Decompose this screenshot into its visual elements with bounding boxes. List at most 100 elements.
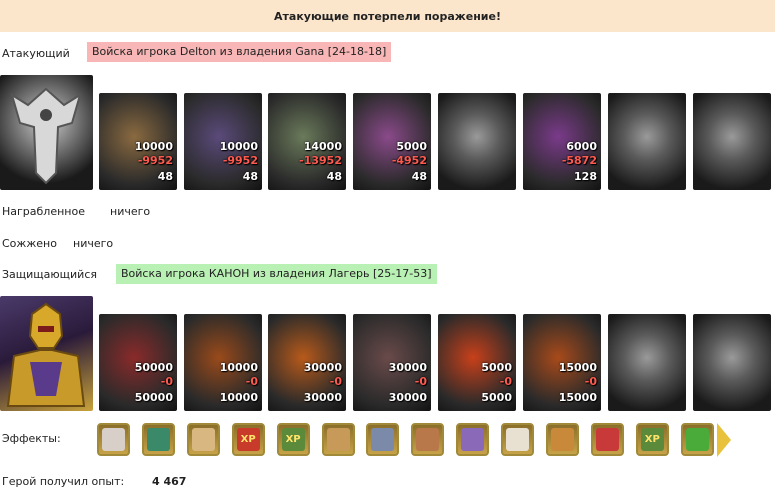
- unit-survived: 30000: [303, 391, 342, 404]
- lizard-warrior-unit-icon[interactable]: 14000 -13952 48: [268, 93, 346, 190]
- unit-survived: 48: [242, 170, 258, 183]
- shield-icon[interactable]: [141, 423, 175, 456]
- ring-icon[interactable]: [456, 423, 490, 456]
- burned-value: ничего: [73, 237, 114, 250]
- unit-losses: -5872: [561, 154, 597, 167]
- experience-label: Герой получил опыт:: [2, 475, 125, 488]
- unit-losses: -0: [499, 375, 512, 388]
- unit-survived: 10000: [219, 391, 258, 404]
- unit-count: 5000: [481, 361, 512, 374]
- burned-label: Сожжено: [2, 237, 57, 250]
- unit-losses: -0: [584, 375, 597, 388]
- unit-art: [693, 314, 771, 411]
- unit-losses: -0: [160, 375, 173, 388]
- effect-glyph: [146, 428, 170, 451]
- unit-survived: 48: [157, 170, 173, 183]
- assassin-unit-icon[interactable]: [608, 93, 686, 190]
- unit-losses: -13952: [299, 154, 342, 167]
- unit-losses: -0: [245, 375, 258, 388]
- unit-count: 15000: [558, 361, 597, 374]
- attacker-label: Атакующий: [2, 47, 70, 60]
- ogre-unit-icon[interactable]: 10000 -9952 48: [99, 93, 177, 190]
- unit-losses: -0: [414, 375, 427, 388]
- torch-icon[interactable]: [546, 423, 579, 456]
- unit-survived: 5000: [481, 391, 512, 404]
- attacker-army: 10000 -9952 48 10000 -9952 48 14000 -13952 48 500…: [0, 75, 775, 190]
- effect-glyph: [551, 428, 574, 451]
- effect-glyph: XP: [640, 428, 664, 451]
- defender-army-tag[interactable]: Войска игрока КАНОН из владения Лагерь […: [116, 264, 437, 284]
- helmet-icon[interactable]: [321, 423, 355, 456]
- amulet-icon[interactable]: [366, 423, 400, 456]
- unit-count: 6000: [566, 140, 597, 153]
- defender-label: Защищающийся: [2, 268, 97, 281]
- unit-losses: -9952: [222, 154, 258, 167]
- map-icon[interactable]: [501, 423, 535, 456]
- unit-count: 30000: [303, 361, 342, 374]
- xp-boost-icon[interactable]: XP: [276, 423, 310, 456]
- golden-armored-hero-icon: [6, 302, 86, 407]
- flame-skeleton-unit-icon[interactable]: 10000 -0 10000: [184, 314, 262, 411]
- unit-count: 5000: [396, 140, 427, 153]
- effect-glyph: [595, 428, 619, 451]
- result-banner: Атакующие потерпели поражение!: [0, 0, 775, 32]
- unit-art: [693, 93, 771, 190]
- loot-value: ничего: [110, 205, 151, 218]
- scroll-icon[interactable]: [186, 423, 220, 456]
- effect-glyph: [102, 428, 125, 451]
- effect-glyph: [685, 428, 709, 451]
- unit-count: 10000: [219, 140, 258, 153]
- effect-glyph: [191, 428, 215, 451]
- effect-glyph: [371, 428, 395, 451]
- swordsman-unit-icon[interactable]: 10000 -9952 48: [184, 93, 262, 190]
- unit-survived: 15000: [558, 391, 597, 404]
- unit-count: 14000: [303, 140, 342, 153]
- gray-dragon-crest-icon: [10, 87, 82, 185]
- unit-losses: -0: [329, 375, 342, 388]
- unit-survived: 48: [411, 170, 427, 183]
- effect-glyph: [326, 428, 350, 451]
- unit-survived: 128: [574, 170, 597, 183]
- xp-boost-2-icon[interactable]: XP: [635, 423, 669, 456]
- dice-icon[interactable]: [97, 423, 130, 456]
- harpy-unit-icon[interactable]: 5000 -4952 48: [353, 93, 431, 190]
- defender-army: 50000 -0 50000 10000 -0 10000 30000 -0 30000 3000…: [0, 296, 775, 411]
- effect-glyph: XP: [236, 428, 260, 451]
- unit-art: [608, 93, 686, 190]
- attacker-hero-portrait[interactable]: [0, 75, 93, 190]
- horned-shield-icon[interactable]: [590, 423, 624, 456]
- armor-icon[interactable]: [411, 423, 445, 456]
- effect-glyph: [461, 428, 485, 451]
- loot-label: Награбленное: [2, 205, 85, 218]
- xp-icon[interactable]: XP: [231, 423, 265, 456]
- unit-survived: 50000: [134, 391, 173, 404]
- arrow-right-icon[interactable]: [717, 423, 731, 457]
- experience-value: 4 467: [152, 475, 187, 488]
- fire-demon-unit-icon[interactable]: 15000 -0 15000: [523, 314, 601, 411]
- red-dragon-unit-icon[interactable]: 50000 -0 50000: [99, 314, 177, 411]
- effect-glyph: [506, 428, 530, 451]
- unit-losses: -4952: [391, 154, 427, 167]
- unit-losses: -9952: [137, 154, 173, 167]
- unit-count: 10000: [134, 140, 173, 153]
- unit-count: 50000: [134, 361, 173, 374]
- attacker-army-tag[interactable]: Войска игрока Delton из владения Gana [2…: [87, 42, 392, 62]
- defender-hero-portrait[interactable]: [0, 296, 93, 411]
- unit-survived: 30000: [388, 391, 427, 404]
- archer-unit-icon[interactable]: [438, 93, 516, 190]
- sorceress-unit-icon[interactable]: 6000 -5872 128: [523, 93, 601, 190]
- gargoyle-unit-icon[interactable]: 30000 -0 30000: [353, 314, 431, 411]
- spider-rider-unit-icon[interactable]: [693, 93, 771, 190]
- unit-art: [438, 93, 516, 190]
- effect-glyph: XP: [281, 428, 305, 451]
- unit-count: 10000: [219, 361, 258, 374]
- unit-art: [608, 314, 686, 411]
- fire-elemental-unit-icon[interactable]: 5000 -0 5000: [438, 314, 516, 411]
- fire-beast-unit-icon[interactable]: 30000 -0 30000: [268, 314, 346, 411]
- reaper-unit-icon[interactable]: [693, 314, 771, 411]
- tower-icon[interactable]: [680, 423, 714, 456]
- effect-glyph: [416, 428, 440, 451]
- dark-knight-unit-icon[interactable]: [608, 314, 686, 411]
- unit-count: 30000: [388, 361, 427, 374]
- unit-survived: 48: [326, 170, 342, 183]
